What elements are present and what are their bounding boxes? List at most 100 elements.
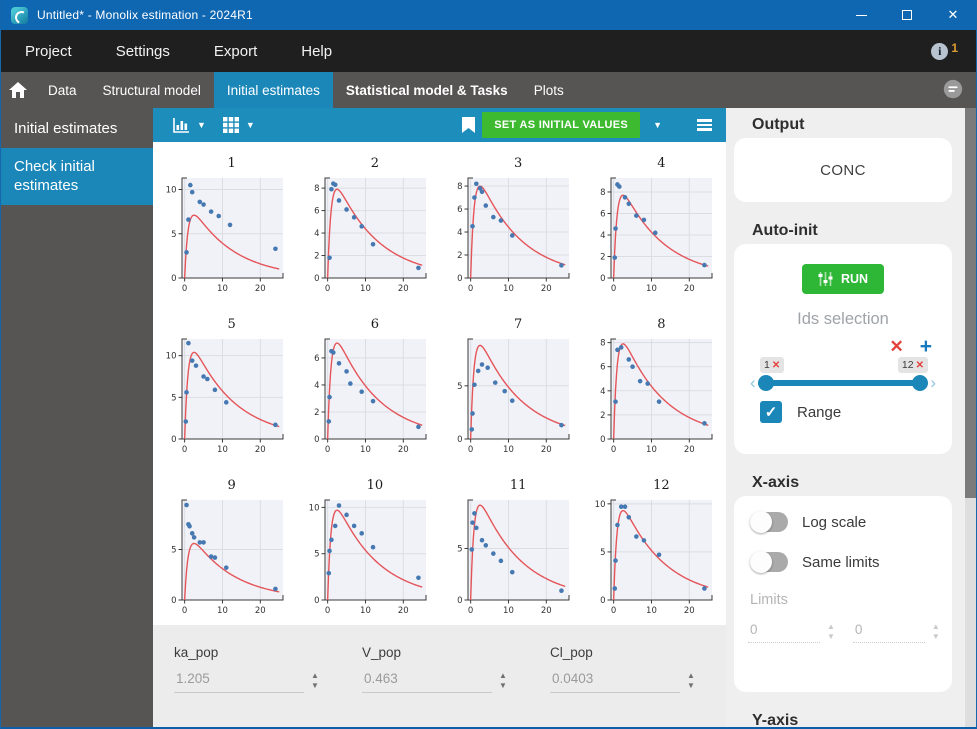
svg-text:0: 0 [314, 435, 319, 445]
svg-text:8: 8 [457, 182, 462, 192]
svg-text:10: 10 [165, 352, 176, 362]
subplot-title: 5 [162, 317, 288, 332]
tab-initial-estimates[interactable]: Initial estimates [214, 72, 333, 108]
same-limits-toggle[interactable] [750, 552, 788, 572]
svg-text:0: 0 [171, 596, 176, 606]
grid-layout-caret-icon[interactable]: ▼ [246, 120, 255, 130]
tab-plots[interactable]: Plots [521, 72, 577, 108]
svg-text:5: 5 [171, 393, 176, 403]
slider-track[interactable] [764, 380, 923, 386]
run-button[interactable]: RUN [802, 264, 884, 294]
svg-text:2: 2 [314, 252, 319, 262]
x-limit-min-stepper[interactable]: ▲▼ [827, 623, 835, 640]
subplot-canvas: 051001020 [305, 495, 431, 617]
slider-min-handle[interactable] [758, 375, 774, 391]
x-limit-max-stepper[interactable]: ▲▼ [932, 623, 940, 640]
subplot-title: 11 [448, 478, 574, 493]
range-checkbox[interactable]: ✓ [760, 401, 782, 423]
info-icon[interactable]: i [931, 43, 948, 60]
ka-pop-stepper[interactable]: ▲▼ [311, 672, 319, 689]
subplot-title: 3 [448, 156, 574, 171]
svg-text:10: 10 [503, 284, 514, 294]
x-limit-min-input[interactable] [748, 620, 820, 643]
id-min-badge[interactable]: 1 ✕ [760, 357, 784, 373]
tab-data[interactable]: Data [35, 72, 90, 108]
svg-text:5: 5 [314, 550, 319, 560]
chart-type-icon[interactable] [173, 118, 190, 133]
log-scale-toggle[interactable] [750, 512, 788, 532]
panel-scrollbar-thumb[interactable] [965, 108, 976, 498]
grid-layout-icon[interactable] [223, 117, 239, 133]
output-card: CONC [734, 138, 952, 202]
maximize-button[interactable] [884, 0, 930, 30]
subplot-canvas: 0501020 [448, 334, 574, 456]
svg-text:0: 0 [468, 445, 473, 455]
ka-pop-input[interactable] [174, 668, 304, 693]
tab-structural-model[interactable]: Structural model [90, 72, 214, 108]
v-pop-input[interactable] [362, 668, 492, 693]
svg-text:5: 5 [457, 382, 462, 392]
subplot-canvas: 0246801020 [591, 173, 717, 295]
x-limit-max-input[interactable] [853, 620, 925, 643]
subplot-12: 12051001020 [583, 464, 726, 625]
sidebar-item-initial-estimates[interactable]: Initial estimates [1, 108, 153, 148]
tab-statistical-model-tasks[interactable]: Statistical model & Tasks [333, 72, 521, 108]
svg-text:4: 4 [457, 228, 462, 238]
remove-ids-icon[interactable]: ✕ [889, 339, 903, 355]
sidebar-item-check-initial-estimates[interactable]: Check initial estimates [1, 148, 153, 205]
svg-text:5: 5 [171, 545, 176, 555]
output-heading: Output [752, 116, 952, 134]
svg-text:5: 5 [171, 230, 176, 240]
svg-text:2: 2 [600, 411, 605, 421]
subplot-title: 9 [162, 478, 288, 493]
svg-text:6: 6 [457, 205, 462, 215]
param-cl-pop: Cl_pop ▲▼ [550, 645, 702, 727]
svg-text:20: 20 [255, 284, 266, 294]
chart-type-caret-icon[interactable]: ▼ [197, 120, 206, 130]
svg-text:0: 0 [600, 596, 605, 606]
cl-pop-input[interactable] [550, 668, 680, 693]
id-max-remove-icon[interactable]: ✕ [916, 360, 924, 371]
minimize-button[interactable] [838, 0, 884, 30]
set-values-caret-icon[interactable]: ▼ [653, 120, 662, 130]
same-limits-label: Same limits [802, 554, 880, 571]
svg-text:0: 0 [457, 435, 462, 445]
subplot-title: 8 [591, 317, 717, 332]
svg-text:0: 0 [457, 596, 462, 606]
slider-right-chevron-icon[interactable]: › [928, 376, 938, 390]
subplot-title: 2 [305, 156, 431, 171]
svg-text:6: 6 [314, 207, 319, 217]
menu-help[interactable]: Help [301, 39, 342, 64]
close-button[interactable]: ✕ [930, 0, 976, 30]
svg-text:4: 4 [314, 381, 319, 391]
cl-pop-stepper[interactable]: ▲▼ [687, 672, 695, 689]
output-value[interactable]: CONC [820, 162, 866, 179]
svg-text:10: 10 [595, 500, 606, 510]
set-as-initial-values-button[interactable]: SET AS INITIAL VALUES [482, 112, 640, 138]
svg-text:20: 20 [541, 284, 552, 294]
subplot-title: 6 [305, 317, 431, 332]
bookmark-icon[interactable] [462, 117, 475, 133]
id-max-badge[interactable]: 12 ✕ [898, 357, 928, 373]
menu-settings[interactable]: Settings [116, 39, 180, 64]
id-min-remove-icon[interactable]: ✕ [772, 360, 780, 371]
svg-text:0: 0 [325, 445, 330, 455]
subplot-canvas: 0246801020 [305, 173, 431, 295]
add-ids-icon[interactable]: + [920, 339, 932, 355]
subplot-10: 10051001020 [296, 464, 439, 625]
svg-text:0: 0 [600, 435, 605, 445]
home-button[interactable] [1, 72, 35, 108]
feedback-chat-icon[interactable] [942, 79, 964, 101]
svg-text:0: 0 [314, 596, 319, 606]
menu-export[interactable]: Export [214, 39, 267, 64]
range-label: Range [797, 404, 841, 421]
slider-left-chevron-icon[interactable]: ‹ [748, 376, 758, 390]
menu-project[interactable]: Project [25, 39, 82, 64]
subplot-canvas: 0501020 [448, 495, 574, 617]
ids-range-slider[interactable] [758, 375, 929, 391]
subplot-canvas: 051001020 [162, 173, 288, 295]
menu-hamburger-icon[interactable] [697, 119, 712, 131]
slider-max-handle[interactable] [912, 375, 928, 391]
v-pop-stepper[interactable]: ▲▼ [499, 672, 507, 689]
svg-text:10: 10 [217, 284, 228, 294]
